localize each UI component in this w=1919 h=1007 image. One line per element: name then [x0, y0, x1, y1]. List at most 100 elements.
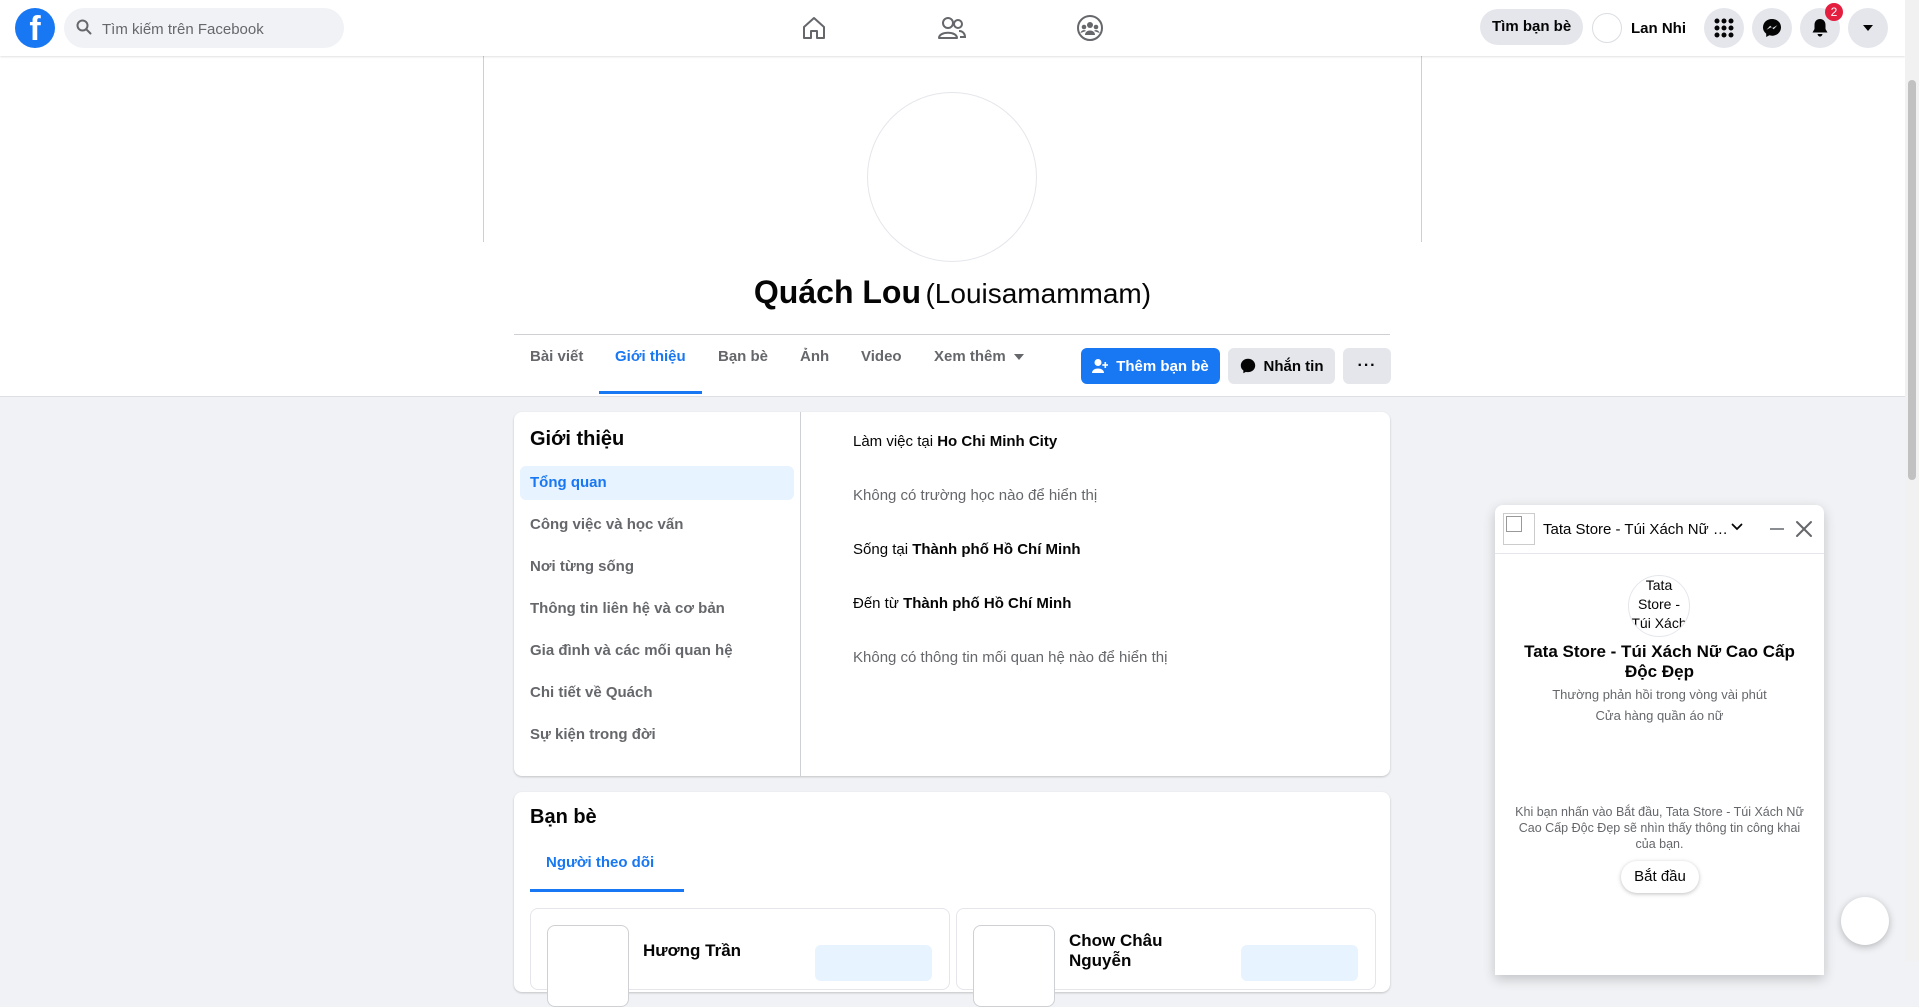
friend-name[interactable]: Hương Trần — [643, 941, 793, 961]
active-tab-indicator — [530, 889, 684, 892]
add-friend-icon — [1092, 359, 1109, 373]
about-nav-places-lived[interactable]: Nơi từng sống — [520, 550, 794, 584]
friend-name[interactable]: Chow Châu Nguyễn — [1069, 931, 1219, 971]
row-prefix: Làm việc tại — [853, 433, 938, 450]
notification-badge: 2 — [1825, 3, 1843, 21]
about-nav-overview[interactable]: Tổng quan — [520, 466, 794, 500]
avatar — [1592, 13, 1622, 43]
profile-header: Quách Lou (Louisamammam) Bài viết Giới t… — [0, 56, 1905, 397]
about-row-education: Không có trường học nào để hiển thị — [853, 487, 1098, 504]
caret-down-icon — [1863, 25, 1873, 31]
cover-edge-left — [483, 56, 484, 242]
tab-see-more[interactable]: Xem thêm — [934, 348, 1024, 365]
about-row-lives-in: Sống tại Thành phố Hồ Chí Minh — [853, 541, 1081, 558]
search-icon — [76, 19, 92, 35]
messenger-button[interactable] — [1752, 8, 1792, 48]
friends-nav-button[interactable] — [922, 8, 982, 48]
tab-videos[interactable]: Video — [861, 348, 902, 365]
chat-page-picture[interactable]: Tata Store - Túi Xách — [1628, 575, 1690, 637]
about-sidebar: Giới thiệu Tổng quan Công việc và học vấ… — [514, 412, 801, 776]
close-icon[interactable] — [1793, 518, 1815, 540]
about-row-relationship: Không có thông tin mối quan hệ nào để hi… — [853, 649, 1168, 666]
about-nav-life-events[interactable]: Sự kiện trong đời — [520, 718, 794, 752]
home-nav-button[interactable] — [784, 8, 844, 48]
page-scrollbar[interactable] — [1905, 0, 1919, 961]
about-nav-family-relationships[interactable]: Gia đình và các mối quan hệ — [520, 634, 794, 668]
friends-card: Bạn bè Người theo dõi Hương Trần Chow Ch… — [514, 792, 1390, 1007]
chevron-down-icon[interactable] — [1731, 523, 1743, 531]
active-tab-indicator — [599, 391, 702, 394]
menu-grid-icon — [1714, 18, 1734, 38]
home-icon — [803, 17, 825, 39]
about-nav-label: Nơi từng sống — [530, 558, 635, 575]
cover-edge-right — [1421, 56, 1422, 242]
tab-about[interactable]: Giới thiệu — [615, 348, 686, 365]
about-nav-label: Gia đình và các mối quan hệ — [530, 642, 733, 659]
caret-down-icon — [1013, 354, 1024, 361]
about-nav-contact-basic[interactable]: Thông tin liên hệ và cơ bản — [520, 592, 794, 626]
chat-page-category: Cửa hàng quần áo nữ — [1595, 708, 1724, 723]
user-name: Lan Nhi — [1631, 19, 1686, 37]
menu-button[interactable] — [1704, 8, 1744, 48]
row-prefix: Đến từ — [853, 595, 904, 612]
tab-photos[interactable]: Ảnh — [800, 348, 829, 365]
chat-start-button[interactable]: Bắt đầu — [1621, 861, 1699, 893]
facebook-logo-icon[interactable]: f — [15, 8, 55, 48]
friend-action-button[interactable] — [1241, 945, 1358, 981]
tab-friends[interactable]: Bạn bè — [718, 348, 768, 365]
search-input[interactable] — [100, 8, 340, 50]
account-button[interactable] — [1848, 8, 1888, 48]
row-prefix: Sống tại — [853, 541, 913, 558]
about-nav-label: Sự kiện trong đời — [530, 726, 656, 743]
message-label: Nhắn tin — [1263, 357, 1324, 375]
about-nav-label: Tổng quan — [530, 474, 607, 491]
friend-photo[interactable] — [547, 925, 629, 1007]
tabs-divider — [514, 334, 1390, 335]
profile-picture[interactable] — [867, 92, 1037, 262]
tab-followers[interactable]: Người theo dõi — [546, 854, 654, 871]
profile-name: Quách Lou (Louisamammam) — [0, 274, 1905, 311]
groups-icon — [1077, 15, 1103, 41]
row-value[interactable]: Thành phố Hồ Chí Minh — [912, 541, 1080, 558]
about-nav-label: Chi tiết về Quách — [530, 684, 653, 701]
chat-window: Tata Store - Túi Xách Nữ Cao Cấp Độc Đẹp… — [1495, 505, 1824, 975]
chat-privacy-notice: Khi bạn nhấn vào Bắt đầu, Tata Store - T… — [1515, 805, 1804, 851]
profile-alternate-name: (Louisamammam) — [925, 278, 1152, 309]
about-row-work: Làm việc tại Ho Chi Minh City — [853, 433, 1057, 450]
about-nav-label: Công việc và học vấn — [530, 516, 684, 533]
friends-icon — [938, 17, 966, 39]
profile-shortcut[interactable]: Lan Nhi — [1592, 12, 1686, 44]
find-friends-button[interactable]: Tìm bạn bè — [1480, 9, 1584, 45]
message-button[interactable]: Nhắn tin — [1228, 348, 1335, 384]
tab-see-more-label: Xem thêm — [934, 348, 1006, 365]
minimize-icon[interactable] — [1765, 520, 1789, 538]
chat-response-time: Thường phản hồi trong vòng vài phút — [1552, 687, 1767, 702]
friends-title: Bạn bè — [530, 806, 597, 828]
row-value[interactable]: Thành phố Hồ Chí Minh — [903, 595, 1071, 612]
chat-title[interactable]: Tata Store - Túi Xách Nữ Cao Cấp Độc Đẹp — [1543, 521, 1728, 538]
messenger-icon — [1763, 19, 1781, 37]
about-nav-work-education[interactable]: Công việc và học vấn — [520, 508, 794, 542]
more-options-button[interactable]: ··· — [1343, 348, 1391, 384]
about-nav-label: Thông tin liên hệ và cơ bản — [530, 600, 725, 617]
chat-header[interactable]: Tata Store - Túi Xách Nữ Cao Cấp Độc Đẹp — [1495, 505, 1824, 554]
add-friend-button[interactable]: Thêm bạn bè — [1081, 348, 1220, 384]
friend-tile[interactable]: Chow Châu Nguyễn — [956, 908, 1376, 1007]
row-value[interactable]: Ho Chi Minh City — [937, 433, 1057, 450]
about-row-from: Đến từ Thành phố Hồ Chí Minh — [853, 595, 1071, 612]
top-navigation-bar: f Tìm bạn bè Lan Nhi 2 — [0, 0, 1905, 56]
friend-action-button[interactable] — [815, 945, 932, 981]
chat-page-avatar — [1503, 513, 1535, 545]
about-nav-details[interactable]: Chi tiết về Quách — [520, 676, 794, 710]
friend-photo[interactable] — [973, 925, 1055, 1007]
bell-icon — [1812, 19, 1828, 37]
profile-display-name: Quách Lou — [753, 274, 922, 310]
search-box[interactable] — [64, 8, 344, 50]
add-friend-label: Thêm bạn bè — [1116, 357, 1209, 375]
friend-tile[interactable]: Hương Trần — [530, 908, 950, 1007]
chat-page-name: Tata Store - Túi Xách Nữ Cao Cấp Độc Đẹp — [1524, 642, 1795, 681]
groups-nav-button[interactable] — [1060, 8, 1120, 48]
tab-posts[interactable]: Bài viết — [530, 348, 583, 365]
scrollbar-thumb[interactable] — [1908, 80, 1916, 480]
new-message-button[interactable] — [1841, 897, 1889, 945]
